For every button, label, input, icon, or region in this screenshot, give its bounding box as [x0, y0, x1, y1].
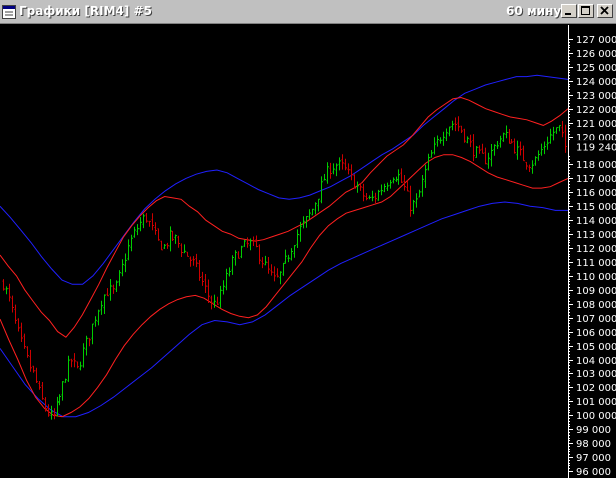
price-tick-label: 106 000 — [576, 328, 616, 339]
price-tick-label: 108 000 — [576, 300, 616, 311]
chart-window: Графики [RIM4] #5 60 минут 127 000 126 00… — [0, 0, 616, 478]
price-tick-label: 98 000 — [576, 439, 611, 450]
title-bar[interactable]: Графики [RIM4] #5 60 минут — [0, 0, 616, 24]
price-tick-label: 109 000 — [576, 286, 616, 297]
price-tick-label: 123 000 — [576, 91, 616, 102]
price-tick-label: 127 000 — [576, 35, 616, 46]
price-tick-label: 96 000 — [576, 467, 611, 478]
chart-window-icon[interactable] — [2, 4, 16, 19]
price-tick-label: 125 000 — [576, 63, 616, 74]
price-tick-label: 118 000 — [576, 160, 616, 171]
last-price-label: 119 240 — [576, 143, 616, 154]
chart-canvas[interactable]: 127 000 126 000 125 000 124 000 123 000 122 0… — [0, 25, 616, 478]
price-tick-label: 122 000 — [576, 105, 616, 116]
maximize-icon — [581, 6, 590, 15]
price-tick-label: 101 000 — [576, 397, 616, 408]
price-tick-label: 107 000 — [576, 314, 616, 325]
timeframe-label: 60 минут — [506, 4, 569, 18]
price-tick-label: 115 000 — [576, 202, 616, 213]
price-tick-label: 97 000 — [576, 453, 611, 464]
maximize-button[interactable] — [578, 4, 594, 18]
price-tick-label: 121 000 — [576, 119, 616, 130]
price-tick-label: 124 000 — [576, 77, 616, 88]
close-icon — [600, 6, 609, 15]
price-tick-label: 102 000 — [576, 383, 616, 394]
price-tick-label: 114 000 — [576, 216, 616, 227]
price-tick-label: 104 000 — [576, 356, 616, 367]
price-tick-label: 112 000 — [576, 244, 616, 255]
price-tick-label: 117 000 — [576, 174, 616, 185]
price-chart[interactable]: 127 000 126 000 125 000 124 000 123 000 122 0… — [0, 25, 616, 478]
price-tick-label: 126 000 — [576, 49, 616, 60]
close-button[interactable] — [597, 4, 613, 18]
price-tick-label: 105 000 — [576, 342, 616, 353]
price-tick-label: 99 000 — [576, 425, 611, 436]
price-tick-label: 111 000 — [576, 258, 616, 269]
minimize-button[interactable] — [561, 4, 577, 18]
window-title: Графики [RIM4] #5 — [19, 4, 152, 18]
price-tick-label: 113 000 — [576, 230, 616, 241]
price-tick-label: 110 000 — [576, 272, 616, 283]
price-tick-label: 116 000 — [576, 188, 616, 199]
minimize-icon — [565, 13, 571, 15]
price-tick-label: 100 000 — [576, 411, 616, 422]
price-tick-label: 103 000 — [576, 369, 616, 380]
